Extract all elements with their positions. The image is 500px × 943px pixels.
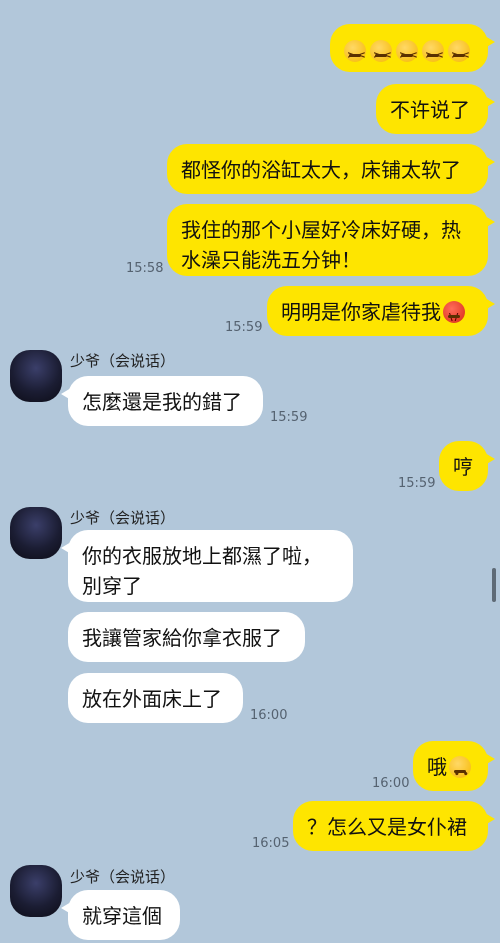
message-text: 就穿這個 <box>82 904 162 928</box>
message-text: 都怪你的浴缸太大，床铺太软了 <box>181 158 461 182</box>
message-time: 16:05 <box>252 836 290 851</box>
chat-area: 不许说了 都怪你的浴缸太大，床铺太软了 我住的那个小屋好冷床好硬，热 水澡只能洗… <box>0 0 500 943</box>
message-time: 15:58 <box>126 261 164 276</box>
message-time: 15:59 <box>225 320 263 335</box>
message-time: 16:00 <box>250 708 288 723</box>
neutral-face-icon <box>449 756 471 790</box>
message-text-line: 我住的那个小屋好冷床好硬，热 <box>181 218 461 242</box>
angry-face-icon <box>443 301 465 333</box>
sender-name: 少爷（会说话） <box>70 868 176 886</box>
message-text: 哦 <box>427 755 447 779</box>
message-bubble[interactable]: 明明是你家虐待我 <box>267 286 495 336</box>
message-bubble[interactable]: 放在外面床上了 <box>68 673 243 723</box>
sender-name: 少爷（会说话） <box>70 352 176 370</box>
message-bubble[interactable]: 怎麼還是我的錯了 <box>61 376 263 426</box>
message-bubble[interactable]: 哦 <box>413 741 495 791</box>
message-bubble[interactable]: 都怪你的浴缸太大，床铺太软了 <box>167 144 495 194</box>
avatar[interactable] <box>10 865 62 917</box>
message-bubble[interactable]: 你的衣服放地上都濕了啦， 別穿了 <box>61 530 353 602</box>
message-time: 16:00 <box>372 776 410 791</box>
message-bubble[interactable]: ？怎么又是女仆裙 <box>293 801 495 851</box>
message-text: 放在外面床上了 <box>82 687 222 711</box>
scrollbar[interactable] <box>492 568 496 602</box>
confounded-face-icon <box>396 40 420 71</box>
message-text-line: 別穿了 <box>82 574 142 598</box>
message-text: 怎麼還是我的錯了 <box>82 390 242 414</box>
message-bubble-emojis[interactable] <box>330 24 495 72</box>
message-text-line: 水澡只能洗五分钟！ <box>181 248 361 272</box>
confounded-face-icon <box>422 40 446 71</box>
message-bubble[interactable]: 我住的那个小屋好冷床好硬，热 水澡只能洗五分钟！ <box>167 204 495 276</box>
message-time: 15:59 <box>398 476 436 491</box>
message-bubble[interactable]: 我讓管家給你拿衣服了 <box>68 612 305 662</box>
message-bubble[interactable]: 不许说了 <box>376 84 495 134</box>
message-bubble[interactable]: 哼 <box>439 441 495 491</box>
avatar[interactable] <box>10 507 62 559</box>
message-text: 不许说了 <box>390 98 470 122</box>
avatar[interactable] <box>10 350 62 402</box>
message-text-line: 你的衣服放地上都濕了啦， <box>82 544 322 568</box>
confounded-face-icon <box>344 40 368 71</box>
message-text: 明明是你家虐待我 <box>281 300 441 324</box>
message-text: 我讓管家給你拿衣服了 <box>82 626 282 650</box>
message-time: 15:59 <box>270 410 308 425</box>
sender-name: 少爷（会说话） <box>70 509 176 527</box>
confounded-face-icon <box>370 40 394 71</box>
message-bubble[interactable]: 就穿這個 <box>61 890 180 940</box>
confounded-face-icon <box>448 40 472 71</box>
message-text: 哼 <box>453 455 473 479</box>
message-text: ？怎么又是女仆裙 <box>307 815 467 839</box>
